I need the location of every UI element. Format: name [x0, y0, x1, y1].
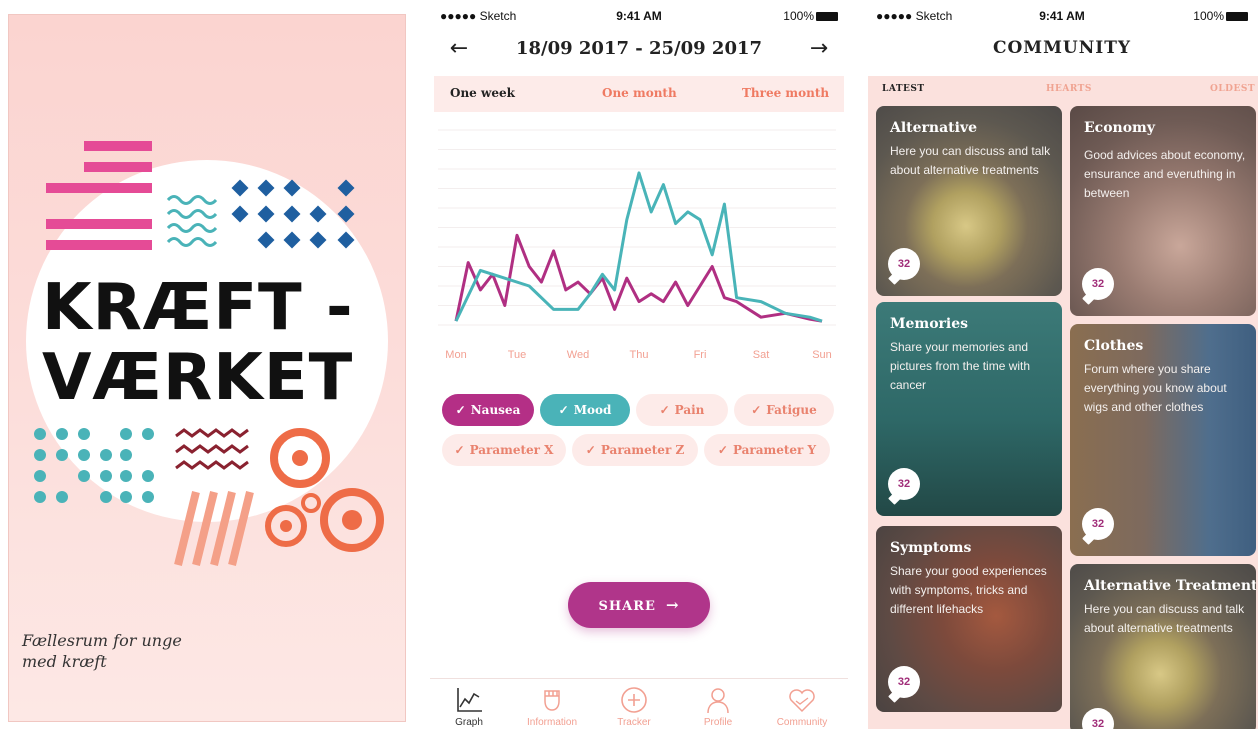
- chip-label: Parameter X: [469, 443, 554, 457]
- logo-line-1: KRÆFT -: [42, 271, 354, 345]
- check-icon: ✓: [585, 443, 596, 457]
- tab-one-week[interactable]: One week: [450, 86, 515, 100]
- tab-community[interactable]: Community: [760, 685, 844, 728]
- card-clothes[interactable]: Clothes Forum where you share everything…: [1070, 324, 1256, 556]
- card-description: Forum where you share everything you kno…: [1084, 362, 1227, 414]
- card-description: Here you can discuss and talk about alte…: [890, 144, 1051, 177]
- tab-profile[interactable]: Profile: [676, 685, 760, 728]
- status-bar: ●●●●● Sketch 9:41 AM 100%: [866, 6, 1258, 26]
- heart-hands-icon: [789, 689, 815, 713]
- card-economy[interactable]: Economy Good advices about economy, ensu…: [1070, 106, 1256, 316]
- tab-graph[interactable]: Graph: [430, 685, 511, 728]
- page-title: COMMUNITY: [992, 38, 1132, 58]
- tab-label: Community: [776, 717, 828, 728]
- card-title: Clothes: [1084, 338, 1144, 354]
- check-icon: ✓: [717, 443, 728, 457]
- chip-parameter-x[interactable]: ✓ Parameter X: [442, 434, 566, 466]
- tab-tracker[interactable]: Tracker: [592, 685, 676, 728]
- chip-nausea[interactable]: ✓ Nausea: [442, 394, 534, 426]
- tab-hearts[interactable]: HEARTS: [1046, 84, 1092, 94]
- card-description: Good advices about economy, ensurance an…: [1084, 148, 1246, 200]
- x-tick-label: Sun: [812, 349, 832, 361]
- tagline: Fællesrum for unge med kræft: [22, 631, 182, 671]
- graph-screen: ●●●●● Sketch 9:41 AM 100% ← 18/09 2017 -…: [430, 0, 848, 729]
- tab-three-month[interactable]: Three month: [742, 86, 829, 100]
- card-title: Memories: [890, 316, 969, 332]
- check-icon: ✓: [455, 403, 466, 417]
- x-tick-label: Sat: [753, 349, 770, 361]
- comment-count-badge: 32: [888, 666, 920, 698]
- chip-fatigue[interactable]: ✓ Fatigue: [734, 394, 834, 426]
- comment-count-badge: 32: [1082, 508, 1114, 540]
- card-title: Alternative Treatment: [1084, 578, 1256, 594]
- tab-oldest[interactable]: OLDEST: [1210, 84, 1255, 94]
- logo-line-2: VÆRKET: [42, 341, 354, 415]
- date-navigation: ← 18/09 2017 - 25/09 2017 →: [430, 36, 848, 64]
- share-label: SHARE: [598, 599, 656, 614]
- card-alternative[interactable]: Alternative Here you can discuss and tal…: [876, 106, 1062, 296]
- share-button[interactable]: SHARE →: [568, 582, 710, 628]
- tab-one-month[interactable]: One month: [602, 86, 677, 100]
- battery-percent: 100%: [783, 9, 814, 23]
- bottom-tab-bar: Graph Information Tracker Profile Commun…: [430, 678, 848, 729]
- date-range-title: 18/09 2017 - 25/09 2017: [515, 38, 763, 59]
- tab-label: Information: [526, 717, 578, 728]
- fist-icon: [544, 690, 560, 711]
- chip-label: Pain: [674, 403, 705, 417]
- series-line-nausea: [454, 233, 823, 323]
- card-memories[interactable]: Memories Share your memories and picture…: [876, 302, 1062, 516]
- x-tick-label: Mon: [445, 349, 466, 361]
- card-description: Here you can discuss and talk about alte…: [1084, 602, 1245, 635]
- card-description: Share your good experiences with symptom…: [890, 564, 1047, 616]
- card-title: Economy: [1084, 120, 1155, 136]
- chip-mood[interactable]: ✓ Mood: [540, 394, 630, 426]
- tab-label: Graph: [455, 717, 483, 728]
- x-tick-label: Thu: [630, 349, 649, 361]
- community-panel: LATEST HEARTS OLDEST Alternative Here yo…: [868, 76, 1258, 729]
- check-icon: ✓: [659, 403, 670, 417]
- battery-icon: [1226, 12, 1248, 22]
- plus-circle-icon: [621, 687, 647, 713]
- person-icon: [707, 688, 729, 714]
- comment-count-badge: 32: [1082, 708, 1114, 729]
- comment-count-badge: 32: [888, 468, 920, 500]
- check-icon: ✓: [751, 403, 762, 417]
- battery-indicator: 100%: [1193, 9, 1248, 23]
- arrow-right-icon[interactable]: →: [804, 36, 834, 64]
- community-screen: ●●●●● Sketch 9:41 AM 100% COMMUNITY LATE…: [866, 0, 1258, 729]
- range-tabs: One week One month Three month: [434, 76, 844, 112]
- symptom-line-chart: Mon Tue Wed Thu Fri Sat Sun: [438, 129, 836, 361]
- check-icon: ✓: [558, 403, 569, 417]
- tab-information[interactable]: Information: [510, 685, 594, 728]
- card-alternative-treatment[interactable]: Alternative Treatment Here you can discu…: [1070, 564, 1256, 729]
- chip-label: Mood: [573, 403, 612, 417]
- chip-parameter-z[interactable]: ✓ Parameter Z: [572, 434, 698, 466]
- battery-icon: [816, 12, 838, 22]
- chip-label: Parameter Y: [732, 443, 817, 457]
- tab-label: Tracker: [617, 717, 651, 728]
- card-description: Share your memories and pictures from th…: [890, 340, 1031, 392]
- check-icon: ✓: [454, 443, 465, 457]
- chip-label: Fatigue: [766, 403, 817, 417]
- card-title: Alternative: [890, 120, 978, 136]
- card-title: Symptoms: [890, 540, 972, 556]
- chip-pain[interactable]: ✓ Pain: [636, 394, 728, 426]
- x-tick-label: Tue: [508, 349, 527, 361]
- battery-percent: 100%: [1193, 9, 1224, 23]
- tab-label: Profile: [703, 717, 733, 728]
- comment-count-badge: 32: [888, 248, 920, 280]
- arrow-right-icon: →: [665, 596, 680, 614]
- tab-latest[interactable]: LATEST: [882, 84, 925, 94]
- line-chart-icon: [457, 688, 482, 712]
- chip-parameter-y[interactable]: ✓ Parameter Y: [704, 434, 830, 466]
- x-tick-label: Wed: [567, 349, 589, 361]
- chip-label: Nausea: [470, 403, 521, 417]
- chip-label: Parameter Z: [600, 443, 685, 457]
- x-tick-label: Fri: [694, 349, 707, 361]
- comment-count-badge: 32: [1082, 268, 1114, 300]
- splash-screen: KRÆFT - VÆRKET Fællesrum for unge med kr…: [0, 0, 420, 729]
- battery-indicator: 100%: [783, 9, 838, 23]
- card-symptoms[interactable]: Symptoms Share your good experiences wit…: [876, 526, 1062, 712]
- status-bar: ●●●●● Sketch 9:41 AM 100%: [430, 6, 848, 26]
